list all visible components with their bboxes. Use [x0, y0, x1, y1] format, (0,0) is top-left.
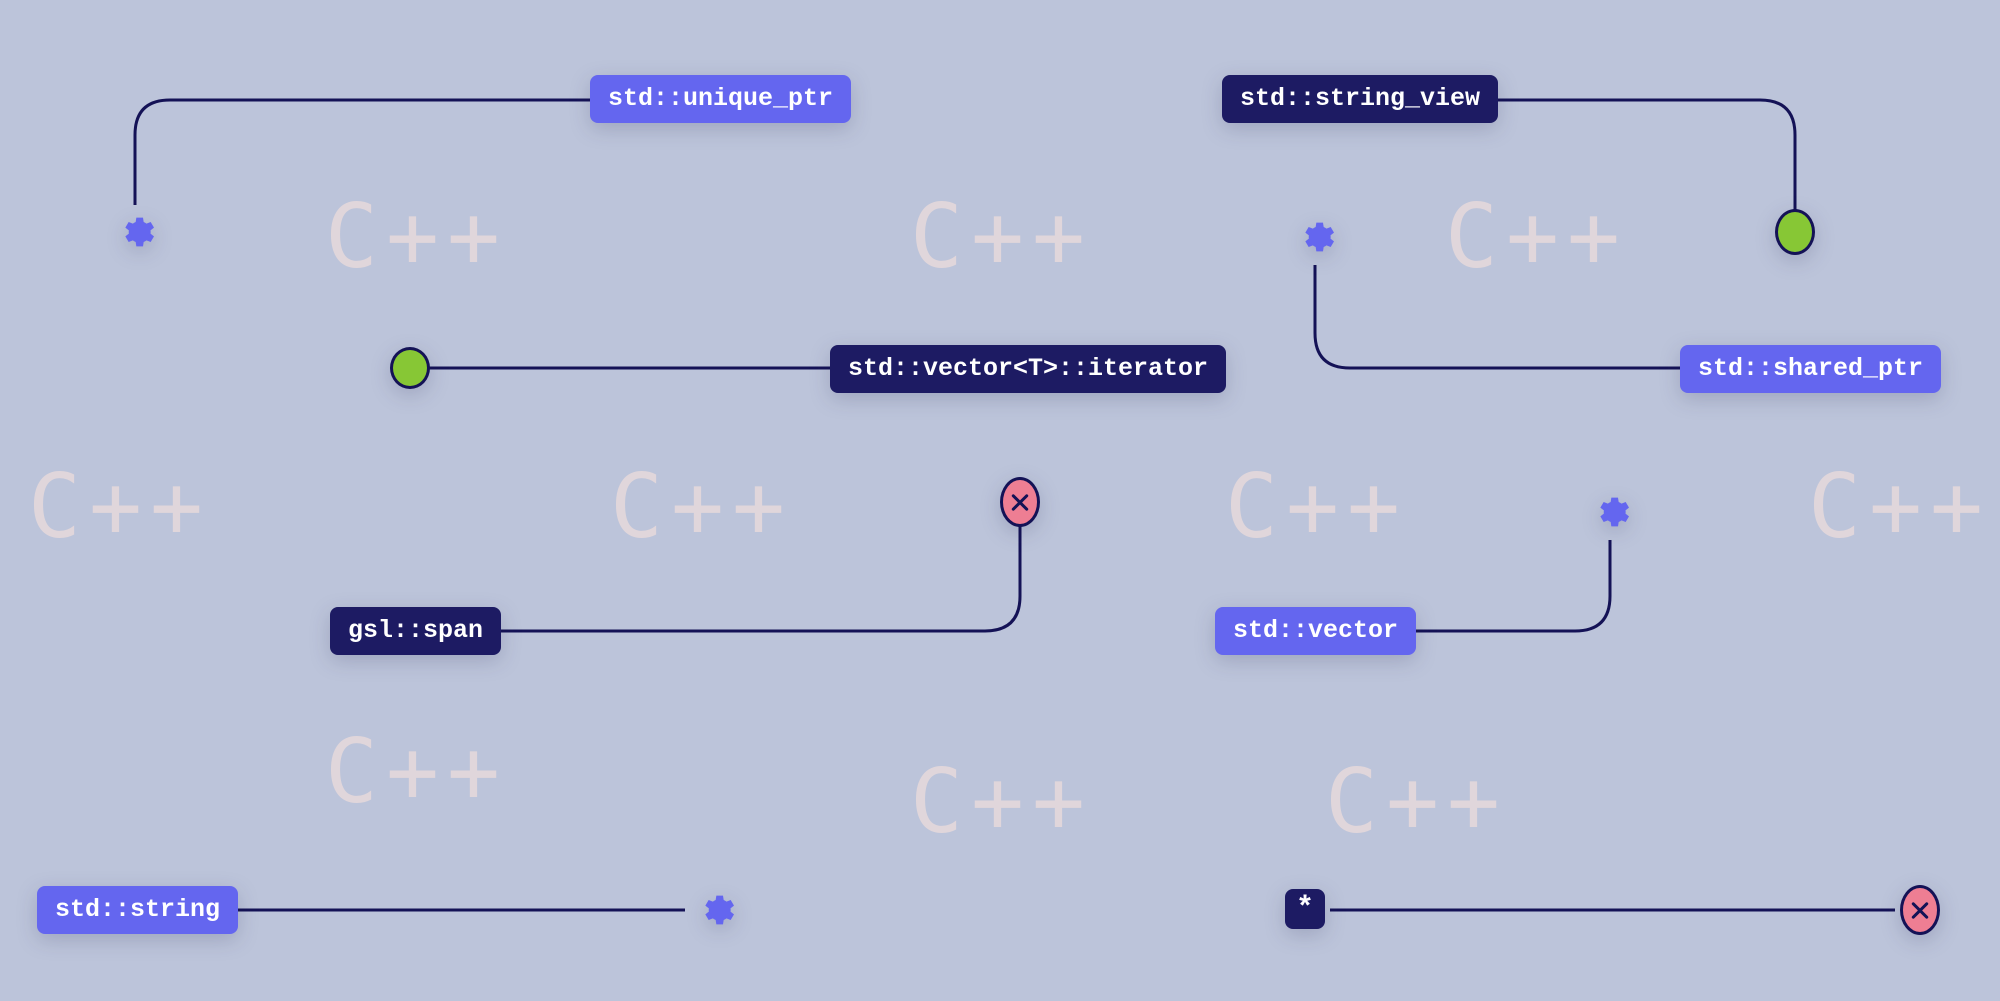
tag-raw-ptr: * [1285, 889, 1325, 929]
tag-shared-ptr: std::shared_ptr [1680, 345, 1941, 393]
error-icon [1900, 890, 1940, 930]
tag-std-vector: std::vector [1215, 607, 1416, 655]
tag-string-view: std::string_view [1222, 75, 1498, 123]
tag-std-string: std::string [37, 886, 238, 934]
tag-vector-iterator: std::vector<T>::iterator [830, 345, 1226, 393]
gear-icon [115, 212, 155, 252]
status-dot-icon [1775, 212, 1815, 252]
tag-unique-ptr: std::unique_ptr [590, 75, 851, 123]
status-dot-icon [390, 348, 430, 388]
error-icon [1000, 482, 1040, 522]
tag-gsl-span: gsl::span [330, 607, 501, 655]
gear-icon [695, 890, 735, 930]
gear-icon [1590, 492, 1630, 532]
gear-icon [1295, 217, 1335, 257]
